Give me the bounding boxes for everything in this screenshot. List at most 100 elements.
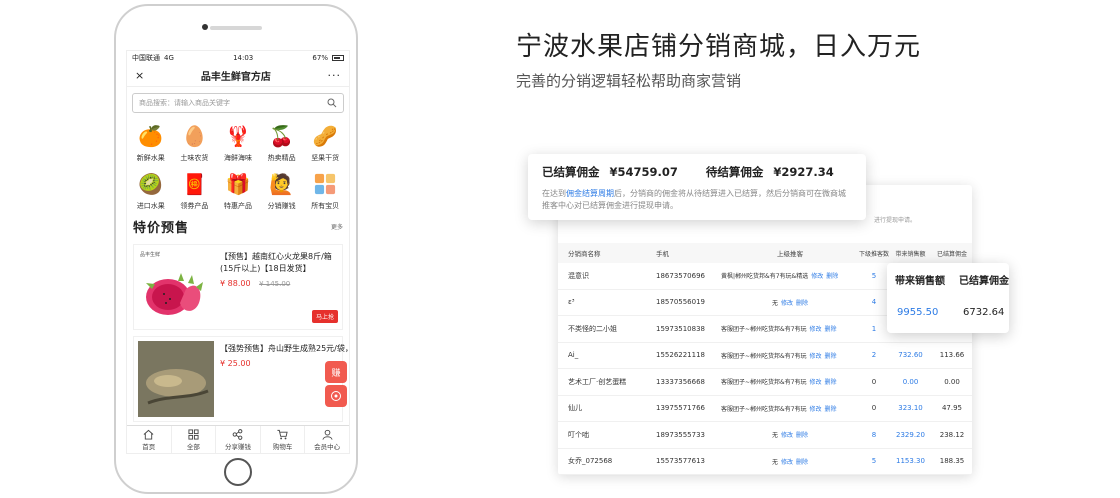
edit-link[interactable]: 修改 (781, 300, 793, 307)
brand-logo: 品丰生鲜 (140, 252, 161, 258)
product-old-price: ¥ 145.00 (259, 280, 291, 288)
sub-count-link[interactable]: 4 (859, 298, 889, 306)
category-item-distribution[interactable]: 🙋 分销赚钱 (260, 169, 304, 211)
status-bar: 中国联通 4G 14:03 67% (127, 51, 349, 65)
delete-link[interactable]: 删除 (796, 459, 808, 466)
highlight-stats-card: 带来销售额 已结算佣金 9955.50 6732.64 (887, 263, 1009, 333)
network-label: 4G (164, 54, 174, 62)
sub-count-link[interactable]: 1 (859, 325, 889, 333)
tab-label: 全部 (186, 442, 200, 451)
category-item-nuts[interactable]: 🥜 坚果干货 (303, 121, 347, 163)
page-subtitle: 完善的分销逻辑轻松帮助商家营销 (516, 72, 742, 90)
home-icon (143, 429, 154, 440)
bottom-tab-bar: 首页 全部 分享赚钱 购物车 会员中心 (127, 425, 349, 453)
tab-cart[interactable]: 购物车 (261, 426, 306, 453)
edit-link[interactable]: 修改 (810, 353, 822, 360)
parent-referrer: 无修改 删除 (771, 299, 809, 307)
earn-button[interactable]: 赚 (325, 361, 347, 383)
distributor-phone: 15526221118 (656, 351, 705, 360)
share-icon (233, 428, 243, 440)
edit-link[interactable]: 修改 (810, 406, 822, 413)
settlement-cycle-link[interactable]: 佣金结算周期 (566, 189, 614, 198)
parent-referrer: 无修改 删除 (771, 432, 809, 440)
distributor-name: 艺术工厂·创艺蛋糕 (568, 377, 627, 386)
sales-amount: 0.00 (902, 377, 919, 386)
sub-count-link[interactable]: 5 (859, 457, 889, 465)
pending-commission-summary: 待结算佣金 ¥2927.34 (705, 165, 834, 179)
seafood-image (138, 341, 214, 417)
nav-bar: × 品丰生鲜官方店 ··· (127, 65, 349, 87)
edit-link[interactable]: 修改 (811, 273, 823, 280)
phone-screen: 中国联通 4G 14:03 67% × 品丰生鲜官方店 ··· 商品搜索：请输入… (126, 50, 350, 454)
more-link[interactable]: 更多 (331, 222, 343, 231)
product-name: 【强势预售】舟山野生成熟25元/袋，买4送1【舟山基地 (220, 344, 349, 353)
distributor-name: ε³ (568, 298, 575, 307)
grid-icon (188, 428, 199, 440)
page-title: 宁波水果店铺分销商城，日入万元 (516, 32, 922, 62)
category-label: 土味农货 (180, 154, 209, 162)
sub-count-link[interactable]: 8 (859, 431, 889, 439)
column-header: 已结算佣金 (936, 250, 967, 258)
tab-all[interactable]: 全部 (172, 426, 217, 453)
product-card[interactable]: 【强势预售】舟山野生成熟25元/袋，买4送1【舟山基地 ¥ 25.00 (133, 336, 349, 422)
commission-header: 已结算佣金 (959, 276, 1009, 287)
table-row: 叮个咄 18973555733 无修改 删除 8 2329.20 238.12 (558, 422, 972, 449)
distributor-name: 不类怪的二小姐 (568, 324, 617, 333)
sub-count-link[interactable]: 2 (859, 351, 889, 359)
tab-label: 会员中心 (314, 442, 341, 451)
settled-commission: 0.00 (944, 377, 960, 386)
tab-home[interactable]: 首页 (127, 426, 172, 453)
product-card[interactable]: 品丰生鲜 【预售】越南红心火龙果8斤/箱(15斤以上)【18日发货】 ¥ 88.… (133, 244, 343, 330)
delete-link[interactable]: 删除 (825, 353, 837, 360)
search-input[interactable]: 商品搜索：请输入商品关键字 (132, 93, 344, 113)
share-float-button[interactable] (325, 385, 347, 407)
battery-icon (331, 55, 344, 61)
category-item-imported-fruit[interactable]: 🥝 进口水果 (129, 169, 173, 211)
category-item-deals[interactable]: 🎁 特惠产品 (216, 169, 260, 211)
product-price: ¥ 25.00 (220, 359, 251, 368)
buy-now-button[interactable]: 马上抢 (311, 310, 338, 323)
distributor-phone: 18973555733 (656, 430, 705, 439)
tab-share-earn[interactable]: 分享赚钱 (216, 426, 261, 453)
delete-link[interactable]: 删除 (796, 300, 808, 307)
column-header: 上级推客 (777, 250, 803, 258)
delete-link[interactable]: 删除 (825, 379, 837, 386)
delete-link[interactable]: 删除 (825, 406, 837, 413)
more-icon[interactable]: ··· (328, 69, 342, 82)
close-icon[interactable]: × (135, 69, 144, 82)
edit-link[interactable]: 修改 (810, 379, 822, 386)
edit-link[interactable]: 修改 (810, 326, 822, 333)
category-label: 领券产品 (180, 202, 209, 210)
tab-label: 首页 (142, 442, 156, 451)
category-label: 分销赚钱 (267, 202, 296, 210)
edit-link[interactable]: 修改 (781, 432, 793, 439)
cherry-icon: 🍒 (269, 124, 295, 148)
phone-home-button (224, 458, 252, 486)
settled-commission: 113.66 (939, 351, 965, 360)
category-item-farm-goods[interactable]: 🥚 土味农货 (173, 121, 217, 163)
category-label: 新鲜水果 (136, 154, 165, 162)
delete-link[interactable]: 删除 (796, 432, 808, 439)
distributor-name: 叮个咄 (568, 430, 589, 439)
sub-count-link[interactable]: 5 (859, 272, 889, 280)
mascot-icon: 🙋 (269, 172, 295, 196)
category-label: 海鲜海味 (223, 154, 252, 162)
category-label: 热卖精品 (267, 154, 296, 162)
parent-referrer: 客服团子~郴州吃货邦&有7有玩 修改 删除 (721, 326, 837, 334)
category-item-coupons[interactable]: 🧧 领券产品 (173, 169, 217, 211)
settled-commission: 47.95 (941, 404, 963, 413)
delete-link[interactable]: 删除 (825, 326, 837, 333)
delete-link[interactable]: 删除 (826, 273, 838, 280)
tab-label: 分享赚钱 (224, 442, 251, 451)
category-item-hot-picks[interactable]: 🍒 热卖精品 (260, 121, 304, 163)
product-price: ¥ 88.00 (220, 279, 251, 288)
settled-commission: 188.35 (939, 457, 965, 466)
distributor-phone: 18673570696 (656, 271, 705, 280)
category-label: 坚果干货 (311, 154, 340, 162)
edit-link[interactable]: 修改 (781, 459, 793, 466)
category-item-all[interactable]: 所有宝贝 (303, 169, 347, 211)
category-item-fresh-fruit[interactable]: 🍊 新鲜水果 (129, 121, 173, 163)
category-item-seafood[interactable]: 🦞 海鲜海味 (216, 121, 260, 163)
table-row: 仙儿 13975571766 客服团子~郴州吃货邦&有7有玩 修改 删除 0 323… (558, 396, 972, 422)
tab-member-center[interactable]: 会员中心 (305, 426, 349, 453)
